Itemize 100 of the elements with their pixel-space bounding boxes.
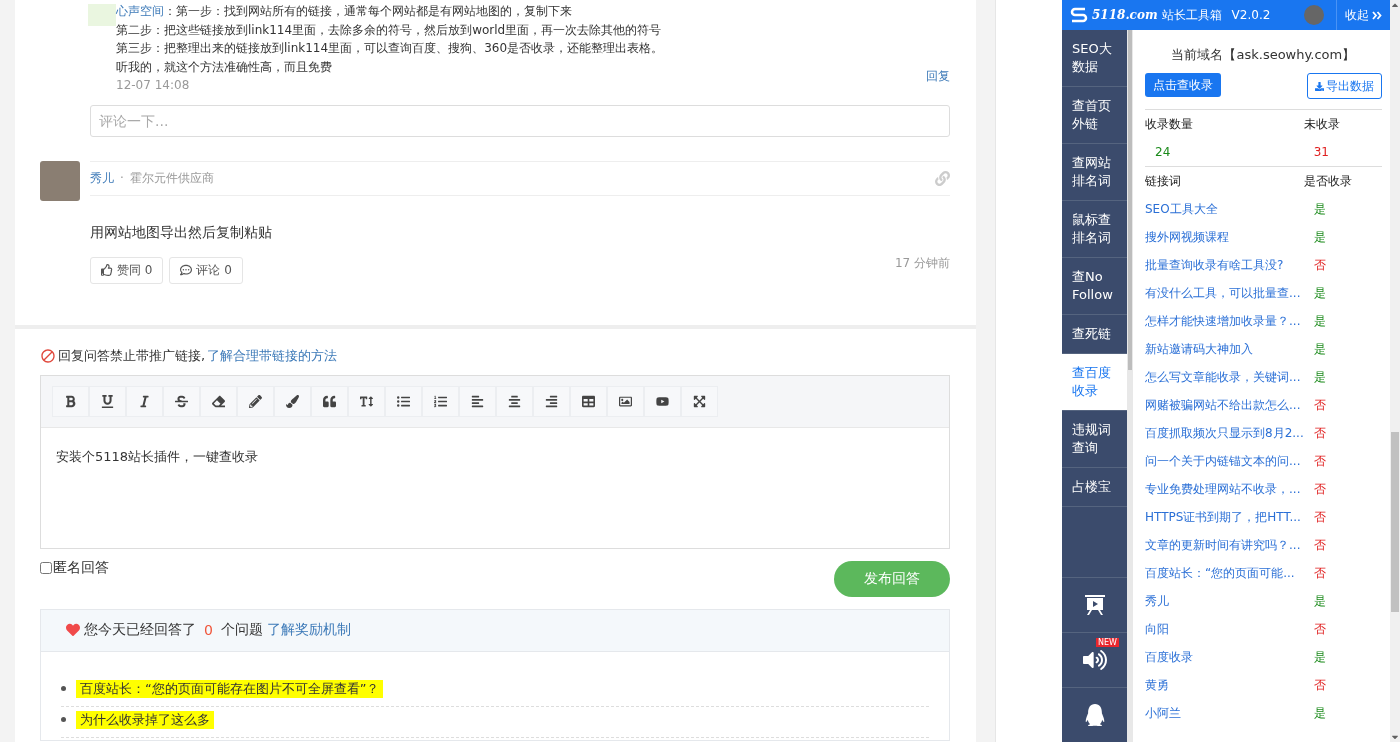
table-icon <box>582 394 595 408</box>
comment-button[interactable]: 评论 0 <box>169 256 243 284</box>
comment-input-field[interactable]: 评论一下... <box>90 104 950 137</box>
thumbs-up-icon <box>101 264 113 276</box>
align-left-button[interactable] <box>459 385 496 417</box>
column-header: 收录数量 <box>1145 115 1194 133</box>
keyword-link[interactable]: 百度抓取频次只显示到8月2... <box>1145 419 1304 447</box>
keyword-link[interactable]: 问一个关于内链锚文本的问... <box>1145 447 1304 475</box>
pencil-button[interactable] <box>237 385 274 417</box>
bold-button[interactable] <box>52 385 89 417</box>
image-button[interactable] <box>607 385 644 417</box>
align-right-button[interactable] <box>533 385 570 417</box>
strikethrough-button[interactable] <box>163 385 200 417</box>
comment-text: 第三步：把整理出来的链接放到link114里面，可以查询百度、搜狗、360是否收录，还能整理出表格。 <box>116 41 664 55</box>
nav-scrollbar[interactable] <box>1127 30 1133 742</box>
keyword-link[interactable]: 网赌被骗网站不给出款怎么... <box>1145 391 1304 419</box>
notice-text: 回复问答禁止带推广链接, <box>58 346 206 365</box>
index-status: 是 <box>1312 284 1327 302</box>
reply-link[interactable]: 回复 <box>926 67 950 86</box>
index-status: 否 <box>1312 256 1327 274</box>
comment-text: ：第一步：找到网站所有的链接，通常每个网站都是有网站地图的，复制下来 <box>164 4 572 18</box>
daily-text: 您今天已经回答了 <box>84 621 196 639</box>
numbered-list-button[interactable] <box>422 385 459 417</box>
italic-button[interactable] <box>126 385 163 417</box>
author-link[interactable]: 心声空间 <box>116 4 164 18</box>
table-button[interactable] <box>570 385 607 417</box>
keyword-link[interactable]: 向阳 <box>1145 615 1304 643</box>
fullscreen-icon <box>693 394 706 408</box>
index-status: 是 <box>1312 704 1327 722</box>
keyword-link[interactable]: 黄勇 <box>1145 671 1304 699</box>
keyword-link[interactable]: 专业免费处理网站不收录，... <box>1145 475 1304 503</box>
keyword-link[interactable]: SEO工具大全 <box>1145 195 1304 223</box>
image-icon <box>619 394 632 408</box>
logo-icon <box>1070 7 1088 23</box>
underline-button[interactable] <box>89 385 126 417</box>
index-status: 否 <box>1312 424 1327 442</box>
fullscreen-button[interactable] <box>681 385 718 417</box>
numbered-list-icon <box>434 394 447 408</box>
answer-text: 用网站地图导出然后复制粘贴 <box>90 223 273 242</box>
speech-bubble-icon <box>180 264 193 276</box>
video-button[interactable] <box>644 385 681 417</box>
eraser-button[interactable] <box>200 385 237 417</box>
editor-text: 安装个5118站长插件，一键查收录 <box>55 447 260 466</box>
question-link[interactable]: 百度站长：“您的页面可能存在图片不可全屏查看”？ <box>76 679 384 698</box>
keyword-link[interactable]: 百度收录 <box>1145 643 1304 671</box>
keyword-link[interactable]: HTTPS证书到期了，把HTT... <box>1145 503 1304 531</box>
strikethrough-icon <box>175 394 188 408</box>
pencil-icon <box>249 394 262 408</box>
scrollbar-thumb[interactable] <box>1128 30 1132 370</box>
reward-link[interactable]: 了解奖励机制 <box>266 621 351 639</box>
daily-text: 个问题 <box>220 621 263 639</box>
keyword-link[interactable]: 有没什么工具，可以批量查... <box>1145 279 1304 307</box>
bullet-list-button[interactable] <box>385 385 422 417</box>
double-chevron-icon <box>1372 10 1382 20</box>
paintbrush-icon <box>286 394 299 408</box>
index-status: 是 <box>1312 200 1327 218</box>
current-domain: 当前域名【ask.seowhy.com】 <box>1170 46 1357 64</box>
text-height-button[interactable] <box>348 385 385 417</box>
keyword-link[interactable]: 批量查询收录有啥工具没? <box>1145 251 1304 279</box>
download-icon <box>1314 81 1324 91</box>
keyword-link[interactable]: 怎样才能快速增加收录量？... <box>1145 307 1304 335</box>
keyword-link[interactable]: 秀儿 <box>1145 587 1304 615</box>
count-value: 24 <box>1154 144 1172 161</box>
author-link[interactable]: 秀儿 <box>90 169 114 187</box>
keyword-link[interactable]: 怎么写文章能收录，关键词... <box>1145 363 1304 391</box>
export-button[interactable]: 导出数据 <box>1306 73 1382 99</box>
image-thumbnail <box>88 4 116 26</box>
index-status: 是 <box>1312 648 1327 666</box>
anonymous-checkbox[interactable] <box>40 561 52 574</box>
keyword-link[interactable]: 新站邀请码大神加入 <box>1145 335 1304 363</box>
paintbrush-button[interactable] <box>274 385 311 417</box>
keyword-link[interactable]: 小阿兰 <box>1145 699 1304 727</box>
keyword-link[interactable]: 搜外网视频课程 <box>1145 223 1304 251</box>
page-scrollbar[interactable] <box>1390 0 1400 742</box>
rich-text-editor[interactable]: 安装个5118站长插件，一键查收录 <box>40 374 950 549</box>
bullet-icon <box>61 686 66 691</box>
like-button[interactable]: 赞同 0 <box>90 256 164 284</box>
penguin-icon <box>1083 704 1106 726</box>
notice-link[interactable]: 了解合理带链接的方法 <box>207 346 338 365</box>
new-badge: NEW <box>1096 638 1119 647</box>
check-index-button[interactable]: 点击查收录 <box>1145 73 1221 97</box>
keyword-link[interactable]: 百度站长：“您的页面可能... <box>1145 559 1304 587</box>
nav-item[interactable]: 查百度收录 <box>1062 354 1127 411</box>
text-height-icon <box>360 394 373 408</box>
index-status: 否 <box>1312 564 1327 582</box>
align-center-button[interactable] <box>496 385 533 417</box>
avatar-photo-placeholder <box>40 160 80 201</box>
bullet-icon <box>61 717 66 722</box>
quote-icon <box>323 394 336 408</box>
keyword-link[interactable]: 文章的更新时间有讲究吗？... <box>1145 531 1304 559</box>
align-left-icon <box>471 394 484 408</box>
quote-button[interactable] <box>311 385 348 417</box>
heart-icon <box>66 623 80 637</box>
comment-time: 12-07 14:08 <box>116 77 190 94</box>
question-link[interactable]: 为什么收录掉了这么多 <box>76 710 214 729</box>
video-icon <box>656 394 669 408</box>
count-value: 31 <box>1312 144 1330 161</box>
scrollbar-thumb[interactable] <box>1391 432 1399 612</box>
presentation-icon <box>1082 593 1107 617</box>
comment-text: 听我的，就这个方法准确性高，而且免费 <box>116 59 332 74</box>
